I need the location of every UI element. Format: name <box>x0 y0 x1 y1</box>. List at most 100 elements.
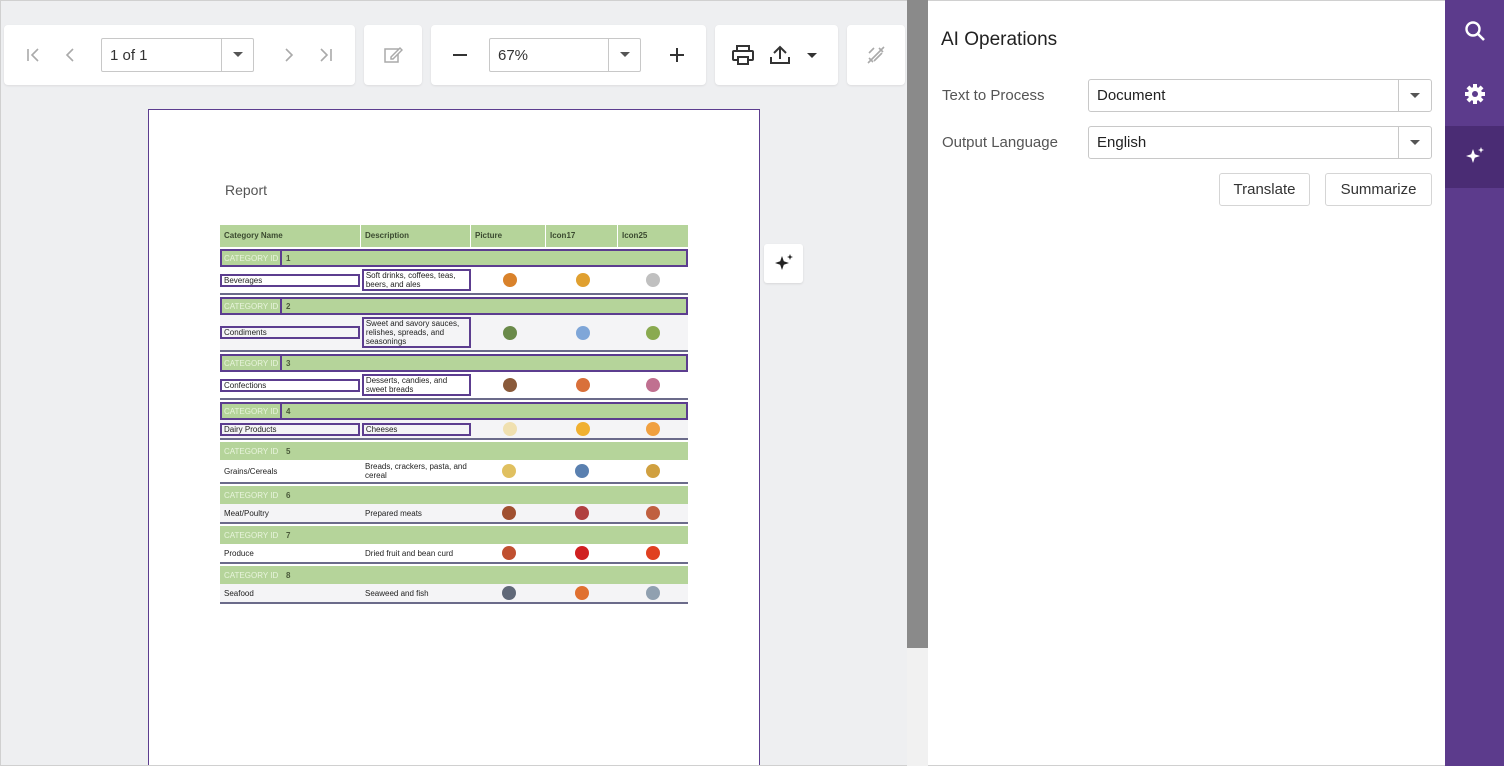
text-to-process-select[interactable]: Document <box>1088 79 1432 112</box>
food-image-icon <box>503 273 518 287</box>
page-selector[interactable]: 1 of 1 <box>101 38 254 72</box>
category-id-value: 1 <box>286 253 291 263</box>
food-image-icon <box>646 325 661 340</box>
vertical-scrollbar-track[interactable] <box>907 648 928 766</box>
picture-cell <box>471 506 546 520</box>
category-id-value: 3 <box>286 358 291 368</box>
food-image-icon <box>646 273 661 287</box>
picture-cell <box>473 378 547 392</box>
category-name-cell: Seafood <box>224 588 254 598</box>
zoom-selector[interactable]: 67% <box>489 38 641 72</box>
zoom-in-icon[interactable] <box>661 39 693 71</box>
table-row: Meat/Poultry Prepared meats <box>220 504 688 524</box>
report-page: Report Category Name Description Picture… <box>148 109 760 765</box>
edit-fields-icon[interactable] <box>377 39 409 71</box>
side-rail <box>1445 0 1504 766</box>
chevron-down-icon[interactable] <box>221 39 253 71</box>
food-image-icon <box>575 422 590 436</box>
icon25-cell <box>618 464 688 478</box>
icon25-cell <box>618 506 688 520</box>
column-header: Picture <box>471 225 546 247</box>
last-page-icon[interactable] <box>310 39 342 71</box>
summarize-button[interactable]: Summarize <box>1325 173 1432 206</box>
category-group-row: CATEGORY ID 8 <box>220 566 688 584</box>
previous-page-icon[interactable] <box>55 39 87 71</box>
category-id-value: 7 <box>286 530 291 540</box>
ai-assistant-button[interactable] <box>764 244 803 283</box>
first-page-icon[interactable] <box>17 39 49 71</box>
category-group-row: CATEGORY ID 3 <box>220 354 688 372</box>
category-group-row: CATEGORY ID 7 <box>220 526 688 544</box>
description-cell: Breads, crackers, pasta, and cereal <box>365 462 467 480</box>
column-header: Category Name <box>220 225 361 247</box>
description-cell: Dried fruit and bean curd <box>365 548 454 558</box>
food-image-icon <box>575 586 589 600</box>
highlight-toolbar <box>847 25 905 85</box>
output-language-select[interactable]: English <box>1088 126 1432 159</box>
icon17-cell <box>546 546 618 560</box>
icon17-cell <box>547 378 618 392</box>
food-image-icon <box>575 464 589 478</box>
highlight-editing-fields-icon[interactable] <box>860 39 892 71</box>
report-table: Category Name Description Picture Icon17… <box>220 225 688 604</box>
icon17-cell <box>547 422 618 436</box>
food-image-icon <box>503 422 518 436</box>
icon25-cell <box>619 273 688 287</box>
table-row: Grains/Cereals Breads, crackers, pasta, a… <box>220 460 688 484</box>
category-group-row: CATEGORY ID 1 <box>220 249 688 267</box>
chevron-down-icon[interactable] <box>1398 80 1431 111</box>
column-header: Icon25 <box>622 231 648 240</box>
zoom-toolbar: 67% <box>431 25 706 85</box>
picture-cell <box>471 546 546 560</box>
search-icon[interactable] <box>1445 0 1504 62</box>
table-row: Produce Dried fruit and bean curd <box>220 544 688 564</box>
category-id-label: CATEGORY ID <box>224 530 279 540</box>
icon25-cell <box>619 325 688 340</box>
table-row: Confections Desserts, candies, and sweet … <box>220 372 688 400</box>
category-name-cell: Produce <box>224 548 254 558</box>
icon25-cell <box>619 422 688 436</box>
translate-button[interactable]: Translate <box>1219 173 1310 206</box>
report-title: Report <box>225 182 268 198</box>
icon17-cell <box>546 464 618 478</box>
icon17-cell <box>547 325 618 340</box>
category-id-value: 6 <box>286 490 291 500</box>
icon17-cell <box>546 506 618 520</box>
food-image-icon <box>503 378 518 392</box>
print-export-toolbar <box>715 25 838 85</box>
print-icon[interactable] <box>727 39 759 71</box>
category-group-row: CATEGORY ID 6 <box>220 486 688 504</box>
gear-icon[interactable] <box>1445 63 1504 125</box>
description-cell: Soft drinks, coffees, teas, beers, and a… <box>361 269 471 291</box>
chevron-down-icon[interactable] <box>608 39 640 71</box>
next-page-icon[interactable] <box>272 39 304 71</box>
food-image-icon <box>501 546 516 560</box>
icon25-cell <box>618 546 688 560</box>
export-icon[interactable] <box>765 39 821 71</box>
category-id-label: CATEGORY ID <box>220 249 282 267</box>
category-name-cell: Condiments <box>220 326 360 339</box>
description-cell: Desserts, candies, and sweet breads <box>361 374 471 396</box>
output-language-label: Output Language <box>942 134 1058 151</box>
category-name-cell: Beverages <box>220 273 360 287</box>
ai-sparkle-icon[interactable] <box>1445 126 1504 188</box>
icon25-cell <box>619 378 688 392</box>
table-header: Category Name Description Picture Icon17… <box>220 225 688 247</box>
output-language-value: English <box>1097 134 1147 151</box>
zoom-selector-value: 67% <box>498 46 529 64</box>
chevron-down-icon[interactable] <box>1398 127 1431 158</box>
vertical-scrollbar-thumb[interactable] <box>907 0 928 648</box>
category-id-label: CATEGORY ID <box>224 446 279 456</box>
zoom-out-icon[interactable] <box>444 39 476 71</box>
icon17-cell <box>547 273 618 287</box>
food-image-icon <box>503 325 518 340</box>
category-group-row: CATEGORY ID 5 <box>220 442 688 460</box>
icon25-cell <box>618 586 688 600</box>
category-group-row: CATEGORY ID 2 <box>220 297 688 315</box>
food-image-icon <box>646 378 661 392</box>
food-image-icon <box>646 546 660 560</box>
category-id-value: 8 <box>286 570 291 580</box>
category-name-cell: Meat/Poultry <box>224 508 269 518</box>
description-cell: Cheeses <box>361 422 471 436</box>
column-header: Description <box>361 225 471 247</box>
